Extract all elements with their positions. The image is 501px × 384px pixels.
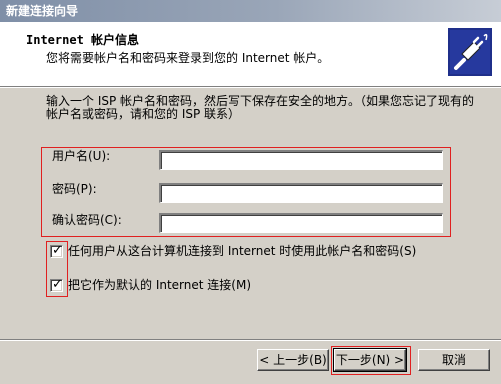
- any-user-label[interactable]: 任何用户从这台计算机连接到 Internet 时使用此帐户名和密码(S): [68, 243, 416, 259]
- footer-separator-highlight: [0, 340, 501, 341]
- intro-text: 输入一个 ISP 帐户名和密码，然后写下保存在安全的地方。（如果您忘记了现有的帐…: [46, 94, 475, 121]
- cancel-button[interactable]: 取消: [418, 349, 490, 371]
- title-bar: 新建连接向导: [0, 0, 501, 22]
- any-user-checkbox[interactable]: ✓: [50, 243, 63, 258]
- confirm-password-label: 确认密码(C):: [52, 213, 122, 227]
- checkmark-icon: ✓: [52, 277, 63, 292]
- default-connection-checkbox[interactable]: ✓: [50, 277, 63, 292]
- password-label: 密码(P):: [52, 182, 97, 196]
- wizard-connection-icon: [448, 28, 492, 76]
- checkmark-icon: ✓: [52, 243, 63, 258]
- wizard-header: Internet 帐户信息 您将需要帐户名和密码来登录到您的 Internet …: [0, 22, 501, 87]
- header-separator: [0, 87, 501, 88]
- confirm-password-input[interactable]: [161, 215, 448, 232]
- page-subtitle: 您将需要帐户名和密码来登录到您的 Internet 帐户。: [46, 51, 330, 65]
- username-input[interactable]: [161, 152, 448, 169]
- confirm-password-field[interactable]: [159, 213, 448, 233]
- page-title: Internet 帐户信息: [26, 33, 140, 47]
- window-title: 新建连接向导: [6, 4, 79, 18]
- password-input[interactable]: [161, 185, 448, 202]
- next-button[interactable]: 下一步(N) >: [333, 348, 407, 372]
- username-field[interactable]: [159, 150, 448, 170]
- default-connection-label[interactable]: 把它作为默认的 Internet 连接(M): [68, 277, 251, 293]
- username-label: 用户名(U):: [52, 149, 111, 163]
- password-field[interactable]: [159, 183, 448, 203]
- back-button[interactable]: < 上一步(B): [257, 349, 329, 371]
